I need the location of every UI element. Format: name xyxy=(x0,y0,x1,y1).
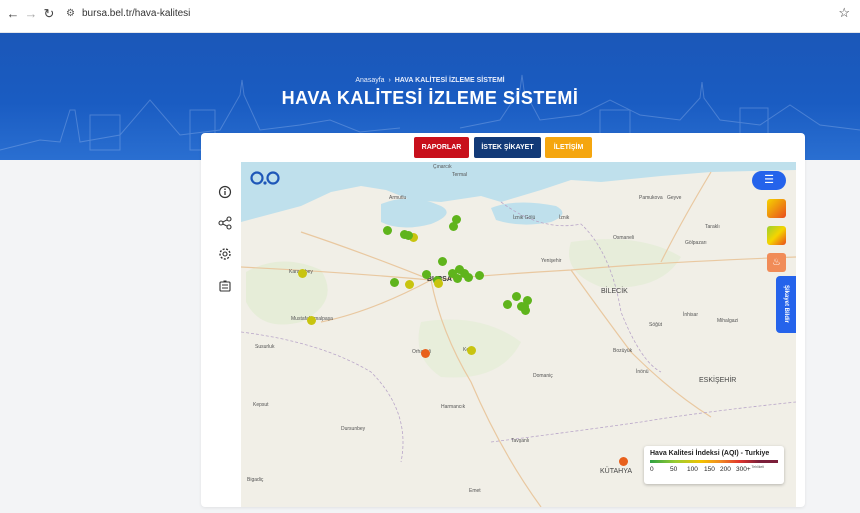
browser-toolbar: ← → ↻ ⚙ bursa.bel.tr/hava-kalitesi ☆ xyxy=(0,0,860,33)
map-place-label: Domaniç xyxy=(533,373,553,379)
map-place-label: Osmaneli xyxy=(613,235,635,241)
map-place-label: Dursunbey xyxy=(341,426,366,432)
report-complaint-tab[interactable]: Şikayet Bildir xyxy=(776,276,796,333)
aqi-legend: Hava Kalitesi İndeksi (AQI) - Turkiye Te… xyxy=(644,446,784,484)
map-place-label: Armutlu xyxy=(389,195,407,201)
aqi-station-marker[interactable] xyxy=(464,273,473,282)
map-place-label: Termal xyxy=(452,172,468,178)
settings-gear-icon[interactable] xyxy=(217,247,233,263)
contact-button[interactable]: İLETİŞİM xyxy=(545,137,592,158)
map-place-label: Çınarcık xyxy=(433,164,452,170)
air-quality-map[interactable]: Çınarcık Termal Armutlu İznik Gölü İznik Pamu… xyxy=(241,162,796,507)
info-icon[interactable] xyxy=(217,185,233,201)
legend-tick-label: 200 xyxy=(720,466,731,473)
aqi-station-marker[interactable] xyxy=(455,265,464,274)
map-place-label: İznik xyxy=(559,215,570,221)
forward-icon[interactable]: → xyxy=(22,5,40,23)
fire-layer-button[interactable]: ♨ xyxy=(767,253,786,272)
layers-icon: ☰ xyxy=(764,174,774,186)
legend-tick-label: 100 xyxy=(687,466,698,473)
breadcrumb: Anasayfa › HAVA KALİTESİ İZLEME SİSTEMİ xyxy=(0,77,860,84)
pollution-layer-button[interactable] xyxy=(767,226,786,245)
aqi-station-marker[interactable] xyxy=(512,292,521,301)
legend-tick-label: 150 xyxy=(704,466,715,473)
legend-title: Hava Kalitesi İndeksi (AQI) - Turkiye xyxy=(650,450,770,457)
id-card-icon[interactable] xyxy=(217,279,233,295)
aqi-station-marker[interactable] xyxy=(307,316,316,325)
reload-icon[interactable]: ↻ xyxy=(40,5,58,23)
map-place-label: İznik Gölü xyxy=(513,215,536,221)
aqi-station-marker[interactable] xyxy=(619,457,628,466)
back-icon[interactable]: ← xyxy=(4,5,22,23)
breadcrumb-separator: › xyxy=(388,77,391,84)
map-place-label: Söğüt xyxy=(649,322,663,328)
map-place-label: Geyve xyxy=(667,195,682,201)
air-quality-card: RAPORLAR İSTEK ŞİKAYET İLETİŞİM Çınarcık… xyxy=(201,133,805,507)
aqi-station-marker[interactable] xyxy=(520,302,529,311)
aqi-station-marker[interactable] xyxy=(383,226,392,235)
map-place-label: BİLECİK xyxy=(601,288,628,295)
map-place-label: İnhisar xyxy=(683,312,699,318)
legend-ticks: 0 50 100 150 200 300+ xyxy=(650,466,778,476)
layers-toggle-button[interactable]: ☰ xyxy=(752,171,786,190)
aqi-station-marker[interactable] xyxy=(422,270,431,279)
aqi-station-marker[interactable] xyxy=(503,300,512,309)
map-place-label: Gölpazarı xyxy=(685,240,707,246)
map-place-label: Susurluk xyxy=(255,344,275,350)
map-place-label: Kepsut xyxy=(253,402,269,408)
map-place-label: Pamukova xyxy=(639,195,663,201)
aqi-station-marker[interactable] xyxy=(475,271,484,280)
aqi-station-marker[interactable] xyxy=(449,222,458,231)
fire-icon: ♨ xyxy=(772,257,781,268)
aqi-station-marker[interactable] xyxy=(421,349,430,358)
map-place-label: Emet xyxy=(469,488,481,494)
legend-tick-label: 300+ xyxy=(736,466,751,473)
aqi-station-marker[interactable] xyxy=(467,346,476,355)
aqi-station-marker[interactable] xyxy=(404,231,413,240)
legend-tick-label: 0 xyxy=(650,466,654,473)
bookmark-star-icon[interactable]: ☆ xyxy=(838,5,850,21)
address-bar[interactable]: bursa.bel.tr/hava-kalitesi xyxy=(82,8,190,19)
breadcrumb-home[interactable]: Anasayfa xyxy=(355,77,384,84)
aqi-station-marker[interactable] xyxy=(434,279,443,288)
map-place-label: Bozüyük xyxy=(613,348,633,354)
map-place-label: Taraklı xyxy=(705,224,720,230)
aqi-station-marker[interactable] xyxy=(405,280,414,289)
heatmap-layer-button[interactable] xyxy=(767,199,786,218)
page-title: HAVA KALİTESİ İZLEME SİSTEMİ xyxy=(281,88,579,108)
aqi-station-marker[interactable] xyxy=(298,269,307,278)
map-place-label: Bigadiç xyxy=(247,477,264,483)
legend-tick-label: 50 xyxy=(670,466,678,473)
share-icon[interactable] xyxy=(217,216,233,232)
map-place-label: KÜTAHYA xyxy=(600,468,633,475)
map-place-label: Mihalgazi xyxy=(717,318,739,324)
aqi-station-marker[interactable] xyxy=(438,257,447,266)
reports-button[interactable]: RAPORLAR xyxy=(414,137,469,158)
site-info-icon[interactable]: ⚙ xyxy=(66,8,75,19)
map-place-label: Tavşanlı xyxy=(511,438,530,444)
map-place-label: Harmancık xyxy=(441,404,466,410)
aqi-station-marker[interactable] xyxy=(390,278,399,287)
breadcrumb-current: HAVA KALİTESİ İZLEME SİSTEMİ xyxy=(394,77,505,84)
map-place-label: ESKİŞEHİR xyxy=(699,377,737,384)
map-place-label: İnönü xyxy=(636,369,649,375)
legend-color-scale xyxy=(650,460,778,463)
request-complaint-button[interactable]: İSTEK ŞİKAYET xyxy=(474,137,541,158)
map-place-label: Yenişehir xyxy=(541,258,562,264)
municipality-logo-icon xyxy=(250,171,280,185)
aqi-station-marker[interactable] xyxy=(453,274,462,283)
